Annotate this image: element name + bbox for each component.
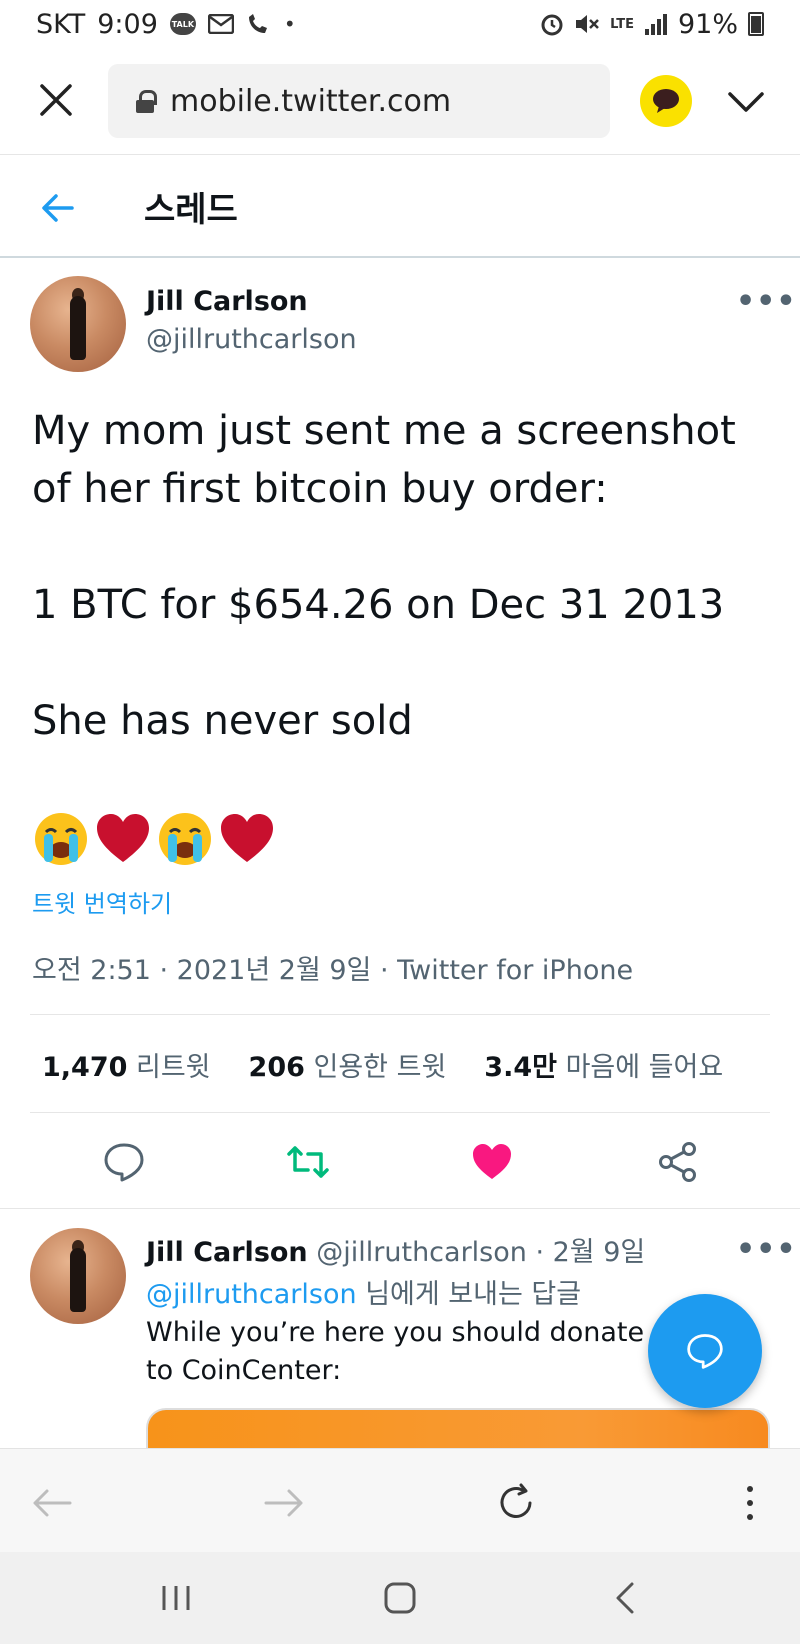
back-arrow-icon[interactable] [40,190,76,226]
lte-icon: LTE [610,16,634,32]
crying-face-icon [35,813,87,865]
browser-forward-icon[interactable] [262,1481,306,1525]
share-icon[interactable] [656,1140,700,1184]
divider [0,154,800,155]
more-options-icon[interactable]: ••• [736,284,797,319]
battery-icon [748,12,764,36]
divider [0,1208,800,1209]
missed-call-icon [248,14,267,33]
status-bar: SKT 9:09 TALK • LTE 91% [0,0,800,48]
notification-dot-icon: • [283,12,296,36]
translate-tweet-link[interactable]: 트윗 번역하기 [32,884,172,919]
nav-back-icon[interactable] [606,1578,646,1618]
kakaotalk-notification-icon: TALK [169,13,196,35]
tweet-line: My mom just sent me a screenshot of her … [32,408,736,512]
reply-icon[interactable] [102,1140,146,1184]
reply-author-name[interactable]: Jill Carlson [146,1237,308,1268]
alarm-icon [541,14,563,36]
tweet-stats: 1,470 리트윗 206 인용한 트윗 3.4만 마음에 들어요 [0,1016,800,1112]
carrier-label: SKT [36,8,86,40]
kakaotalk-share-button[interactable] [640,75,692,127]
author-name[interactable]: Jill Carlson [146,286,308,317]
browser-address-row: mobile.twitter.com [0,58,800,148]
address-bar[interactable]: mobile.twitter.com [108,64,610,138]
retweet-stat[interactable]: 1,470 리트윗 [42,1045,211,1084]
lock-icon [136,90,157,113]
more-vert-icon[interactable] [728,1481,772,1525]
emoji-row [32,810,276,868]
close-icon[interactable] [36,80,76,120]
reply-author-handle[interactable]: @jillruthcarlson [316,1237,527,1268]
signal-icon [644,14,667,35]
red-heart-icon [221,814,273,862]
url-text: mobile.twitter.com [170,83,452,119]
divider [30,1014,770,1015]
browser-back-icon[interactable] [30,1481,74,1525]
reply-text: While you’re here you should donate to C… [146,1317,645,1386]
reply-date: · 2월 9일 [535,1237,646,1268]
tweet-line: 1 BTC for $654.26 on Dec 31 2013 [32,582,725,628]
retweet-icon[interactable] [286,1140,330,1184]
chevron-down-icon[interactable] [726,82,766,122]
battery-percent: 91% [677,8,738,40]
page-title: 스레드 [144,190,238,230]
home-icon[interactable] [380,1578,420,1618]
like-heart-icon[interactable] [470,1140,514,1184]
tweet-timestamp: 오전 2:51 · 2021년 2월 9일 · Twitter for iPho… [32,955,634,986]
red-heart-icon [97,814,149,862]
reply-more-options-icon[interactable]: ••• [736,1232,797,1267]
tweet-text: My mom just sent me a screenshot of her … [32,402,772,750]
reply-header: Jill Carlson @jillruthcarlson · 2월 9일 [146,1230,645,1269]
system-nav-bar [0,1552,800,1644]
crying-face-icon [159,813,211,865]
reply-mention-link[interactable]: @jillruthcarlson [146,1279,357,1310]
compose-reply-button[interactable] [648,1294,762,1408]
like-stat[interactable]: 3.4만 마음에 들어요 [484,1045,723,1084]
browser-toolbar [0,1448,800,1552]
refresh-icon[interactable] [494,1481,538,1525]
tweet-actions [0,1112,800,1208]
recent-apps-icon[interactable] [156,1578,196,1618]
author-handle[interactable]: @jillruthcarlson [146,324,357,355]
mail-icon [207,14,234,34]
mute-icon [576,15,599,33]
chat-bubble-icon [653,89,679,113]
clock: 9:09 [97,8,158,40]
replying-to: @jillruthcarlson 님에게 보내는 답글 [146,1279,582,1310]
thread-header: 스레드 [0,158,800,256]
divider [0,256,800,258]
reply-bubble-icon [687,1334,723,1369]
tweet-line: She has never sold [32,698,413,744]
reply-avatar[interactable] [30,1228,126,1324]
avatar[interactable] [30,276,126,372]
quote-stat[interactable]: 206 인용한 트윗 [249,1045,447,1084]
